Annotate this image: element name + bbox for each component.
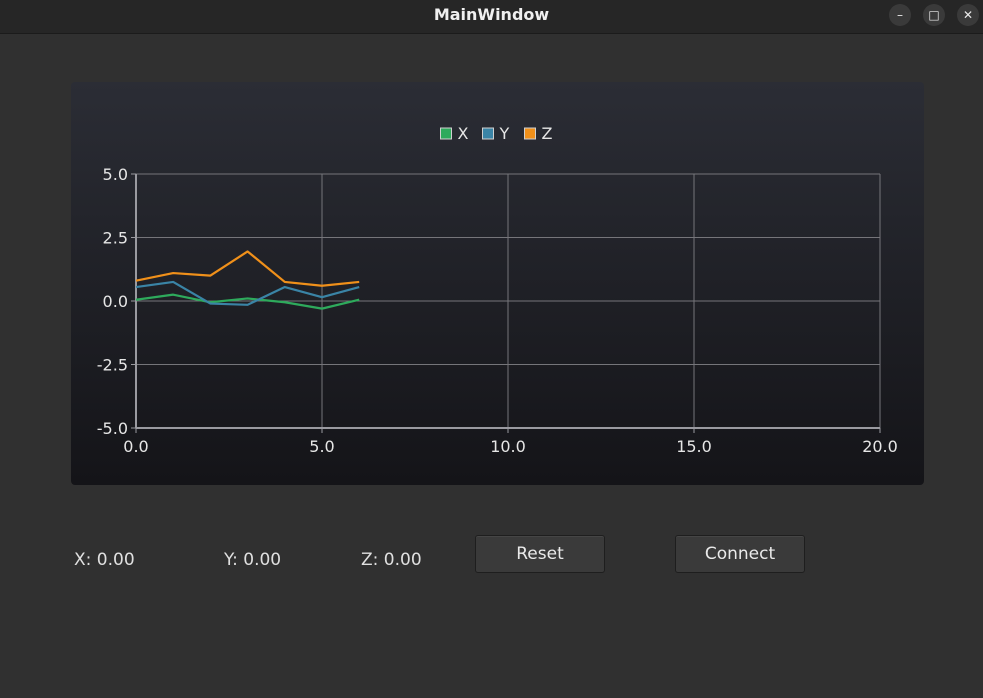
y-tick-label: -5.0 <box>97 419 128 438</box>
y-tick-label: -2.5 <box>97 356 128 375</box>
x-tick-label: 5.0 <box>309 437 334 456</box>
x-tick-label: 20.0 <box>862 437 898 456</box>
chart-panel: 0.0 5.0 10.0 15.0 20.0 5.0 2.5 0.0 -2.5 -5.0 X Y Z <box>71 82 924 485</box>
legend-swatch <box>524 127 536 140</box>
y-tick-label: 5.0 <box>103 165 128 184</box>
x-tick-label: 15.0 <box>676 437 712 456</box>
x-tick-label: 0.0 <box>123 437 148 456</box>
y-readout: Y: 0.00 <box>224 550 282 570</box>
x-readout: X: 0.00 <box>74 550 135 570</box>
legend-label: Z <box>542 124 553 143</box>
title-bar: MainWindow – □ ✕ <box>0 0 983 34</box>
connect-button[interactable]: Connect <box>675 535 805 573</box>
y-tick-label: 2.5 <box>103 229 128 248</box>
maximize-button[interactable]: □ <box>923 4 945 26</box>
legend-swatch <box>482 127 494 140</box>
minimize-button[interactable]: – <box>889 4 911 26</box>
close-button[interactable]: ✕ <box>957 4 979 26</box>
legend-item-y: Y <box>482 124 510 143</box>
accelerometer-chart: 0.0 5.0 10.0 15.0 20.0 5.0 2.5 0.0 -2.5 -5.0 X Y Z <box>97 124 898 456</box>
legend-swatch <box>440 127 452 140</box>
series-line-z <box>135 250 360 287</box>
legend-label: X <box>458 124 469 143</box>
x-tick-label: 10.0 <box>490 437 526 456</box>
legend-item-z: Z <box>524 124 553 143</box>
legend-label: Y <box>499 124 510 143</box>
window-title: MainWindow <box>433 5 550 24</box>
z-readout: Z: 0.00 <box>361 550 422 570</box>
legend-item-x: X <box>440 124 469 143</box>
reset-button[interactable]: Reset <box>475 535 605 573</box>
y-tick-label: 0.0 <box>103 292 128 311</box>
